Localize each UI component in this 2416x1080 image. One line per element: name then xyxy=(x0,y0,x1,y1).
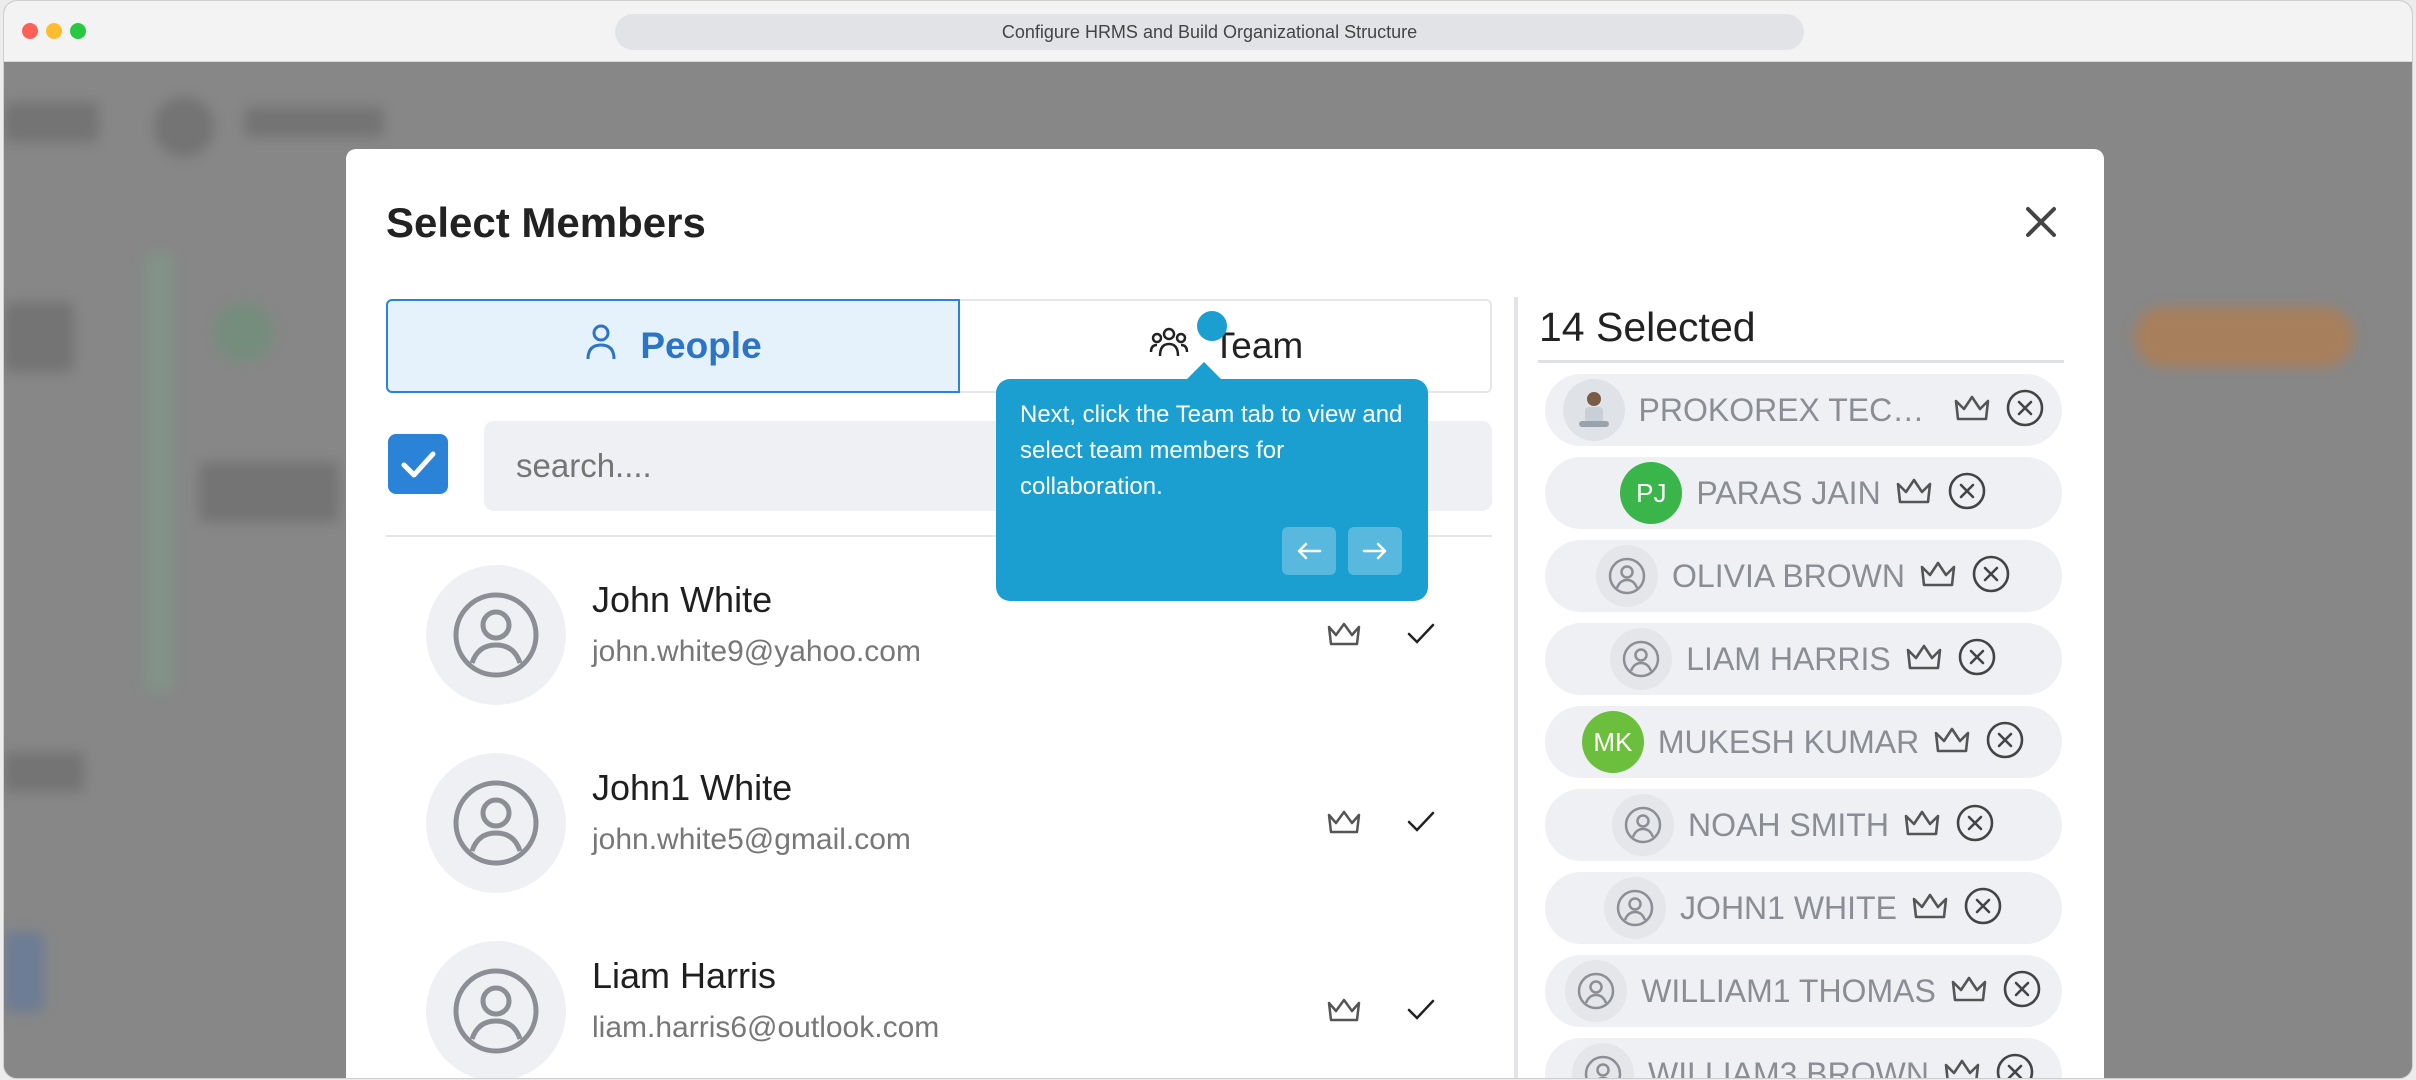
member-email: john.white9@yahoo.com xyxy=(592,635,921,668)
member-row[interactable]: Liam Harris liam.harris6@outlook.com xyxy=(386,913,1492,1078)
browser-window: Configure HRMS and Build Organizational … xyxy=(3,0,2413,1079)
crown-icon[interactable] xyxy=(1326,621,1362,647)
close-icon[interactable] xyxy=(2016,197,2066,247)
checkmark-icon[interactable] xyxy=(1406,809,1436,835)
selected-member-chip[interactable]: WILLIAM1 THOMAS xyxy=(1545,955,2062,1027)
selected-member-chip[interactable]: OLIVIA BROWN xyxy=(1545,540,2062,612)
arrow-right-icon xyxy=(1362,542,1387,560)
user-avatar-icon xyxy=(1565,960,1628,1022)
remove-circle-icon[interactable] xyxy=(1985,720,2025,765)
crown-icon[interactable] xyxy=(1919,560,1957,593)
selected-member-name: WILLIAM3 BROWN xyxy=(1648,1055,1929,1079)
member-name: John1 White xyxy=(592,767,793,808)
tooltip-back-button[interactable] xyxy=(1282,527,1336,575)
team-icon xyxy=(1149,322,1189,371)
tooltip-text: Next, click the Team tab to view and sel… xyxy=(1020,401,1403,500)
arrow-left-icon xyxy=(1297,542,1322,560)
selected-member-chip[interactable]: PROKOREX TECH... xyxy=(1545,374,2062,446)
panel-divider xyxy=(1514,297,1518,1078)
selected-member-chip[interactable]: MK MUKESH KUMAR xyxy=(1545,706,2062,778)
initials-avatar: PJ xyxy=(1620,462,1683,524)
close-window-icon[interactable] xyxy=(22,23,38,39)
selected-member-chip[interactable]: PJ PARAS JAIN xyxy=(1545,457,2062,529)
crown-icon[interactable] xyxy=(1933,726,1971,759)
selected-member-chip[interactable]: WILLIAM3 BROWN xyxy=(1545,1038,2062,1079)
checkmark-icon[interactable] xyxy=(1406,621,1436,647)
selected-member-name: PROKOREX TECH... xyxy=(1638,391,1939,428)
selected-count: 14 Selected xyxy=(1539,304,1756,350)
remove-circle-icon[interactable] xyxy=(2002,969,2042,1014)
title-bar: Configure HRMS and Build Organizational … xyxy=(4,1,2412,62)
crown-icon[interactable] xyxy=(1905,643,1943,676)
selected-member-name: JOHN1 WHITE xyxy=(1680,889,1897,926)
user-avatar-icon xyxy=(1572,1043,1635,1078)
tour-tooltip: Next, click the Team tab to view and sel… xyxy=(996,362,1428,601)
selected-member-name: WILLIAM1 THOMAS xyxy=(1641,972,1936,1009)
tab-people-label: People xyxy=(640,325,762,366)
divider xyxy=(1538,360,2064,363)
select-members-modal: Select Members People Team search.... Jo… xyxy=(346,149,2104,1079)
selected-member-name: OLIVIA BROWN xyxy=(1672,557,1905,594)
user-avatar-icon xyxy=(426,941,566,1078)
user-avatar-icon xyxy=(1610,628,1673,690)
crown-icon[interactable] xyxy=(1950,975,1988,1008)
selected-member-chip[interactable]: NOAH SMITH xyxy=(1545,789,2062,861)
tab-team-label: Team xyxy=(1212,325,1304,366)
selected-member-chip[interactable]: LIAM HARRIS xyxy=(1545,623,2062,695)
user-avatar-icon xyxy=(426,753,566,893)
initials-avatar: MK xyxy=(1581,711,1644,773)
selected-member-name: NOAH SMITH xyxy=(1688,806,1889,843)
crown-icon[interactable] xyxy=(1326,809,1362,835)
tooltip-next-button[interactable] xyxy=(1348,527,1402,575)
remove-circle-icon[interactable] xyxy=(1955,803,1995,848)
address-bar[interactable]: Configure HRMS and Build Organizational … xyxy=(615,14,1804,50)
crown-icon[interactable] xyxy=(1943,1058,1981,1078)
crown-icon[interactable] xyxy=(1903,809,1941,842)
person-icon xyxy=(584,322,618,371)
crown-icon[interactable] xyxy=(1895,477,1933,510)
member-email: john.white5@gmail.com xyxy=(592,823,911,856)
checkmark-icon[interactable] xyxy=(1406,997,1436,1023)
remove-circle-icon[interactable] xyxy=(1971,554,2011,599)
profile-photo-avatar xyxy=(1562,379,1625,441)
remove-circle-icon[interactable] xyxy=(1957,637,1997,682)
tour-beacon xyxy=(1197,311,1227,341)
selected-member-chip[interactable]: JOHN1 WHITE xyxy=(1545,872,2062,944)
crown-icon[interactable] xyxy=(1911,892,1949,925)
member-row[interactable]: John1 White john.white5@gmail.com xyxy=(386,725,1492,913)
select-all-checkbox[interactable] xyxy=(388,434,448,494)
modal-title: Select Members xyxy=(386,199,706,246)
user-avatar-icon xyxy=(1604,877,1667,939)
crown-icon[interactable] xyxy=(1953,394,1991,427)
remove-circle-icon[interactable] xyxy=(2005,388,2045,433)
remove-circle-icon[interactable] xyxy=(1947,471,1987,516)
user-avatar-icon xyxy=(426,565,566,705)
selected-member-name: LIAM HARRIS xyxy=(1686,640,1891,677)
remove-circle-icon[interactable] xyxy=(1963,886,2003,931)
crown-icon[interactable] xyxy=(1326,997,1362,1023)
tab-team[interactable]: Team xyxy=(960,301,1492,391)
selected-member-name: MUKESH KUMAR xyxy=(1657,723,1920,760)
member-name: Liam Harris xyxy=(592,955,777,996)
member-name: John White xyxy=(592,579,773,620)
minimize-window-icon[interactable] xyxy=(46,23,62,39)
user-avatar-icon xyxy=(1612,794,1675,856)
user-avatar-icon xyxy=(1596,545,1659,607)
member-email: liam.harris6@outlook.com xyxy=(592,1011,940,1044)
maximize-window-icon[interactable] xyxy=(70,23,86,39)
remove-circle-icon[interactable] xyxy=(1995,1052,2035,1078)
tab-people[interactable]: People xyxy=(386,299,960,393)
selected-member-name: PARAS JAIN xyxy=(1696,474,1881,511)
